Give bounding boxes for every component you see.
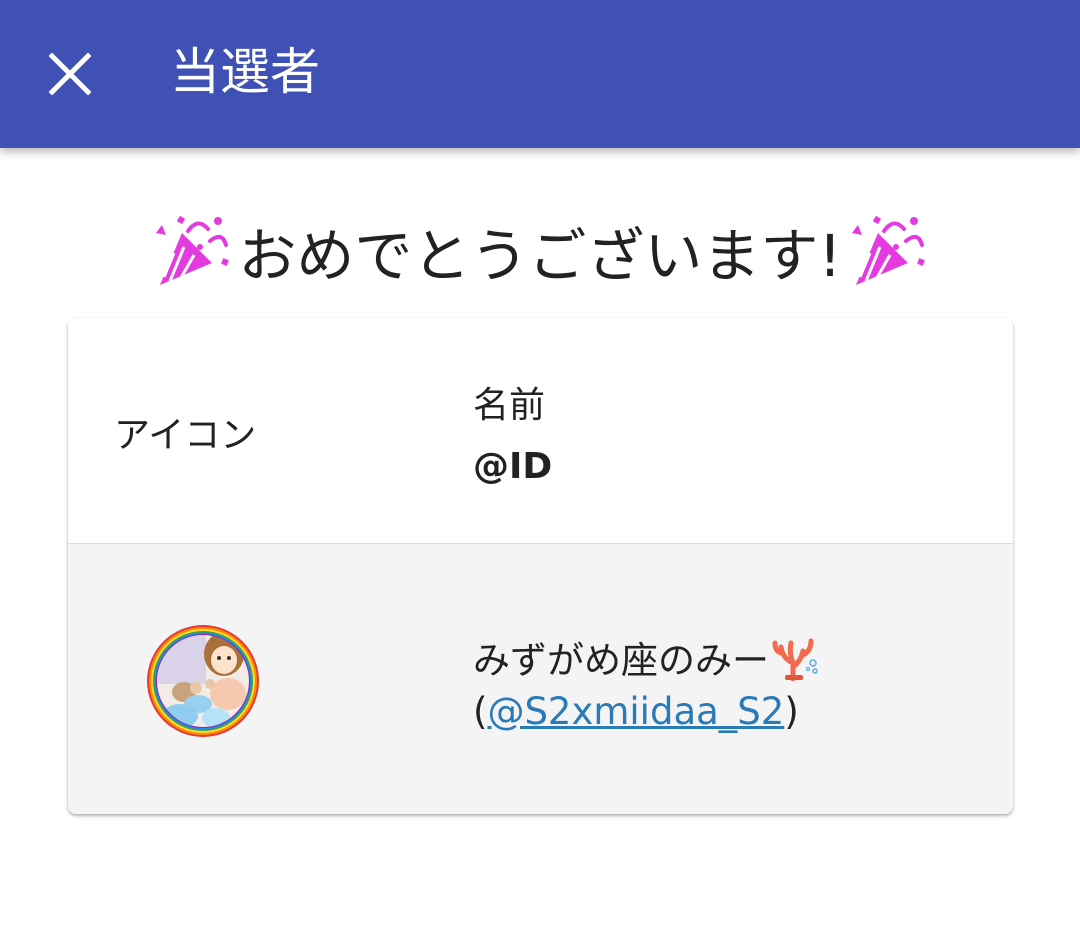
id-close-paren: ) [784,690,799,733]
party-popper-icon [851,215,925,285]
app-bar: 当選者 [0,0,1080,148]
name-column-header: 名前 [473,385,546,426]
winner-name-text: みずがめ座のみー [473,639,769,682]
winners-table: アイコン 名前 @ID みずがめ座のみー (@S2xmiidaa_S2) [68,318,1013,814]
congrats-text: おめでとうございます! [238,222,842,290]
avatar[interactable] [146,624,260,738]
congrats-heading: おめでとうございます! [0,206,1080,296]
coral-icon [772,638,818,681]
table-header-row: アイコン 名前 @ID [68,318,1013,544]
table-row: みずがめ座のみー (@S2xmiidaa_S2) [68,544,1013,814]
avatar-image [147,625,259,737]
id-column-header: @ID [473,446,553,487]
id-open-paren: ( [473,690,488,733]
icon-column-header: アイコン [114,415,257,456]
close-icon [49,53,91,95]
winner-id-link[interactable]: @S2xmiidaa_S2 [487,690,784,733]
winner-name: みずがめ座のみー [473,630,819,684]
winner-id: (@S2xmiidaa_S2) [473,690,799,733]
close-button[interactable] [30,34,110,114]
page-title: 当選者 [170,43,320,101]
party-popper-icon [156,215,230,285]
